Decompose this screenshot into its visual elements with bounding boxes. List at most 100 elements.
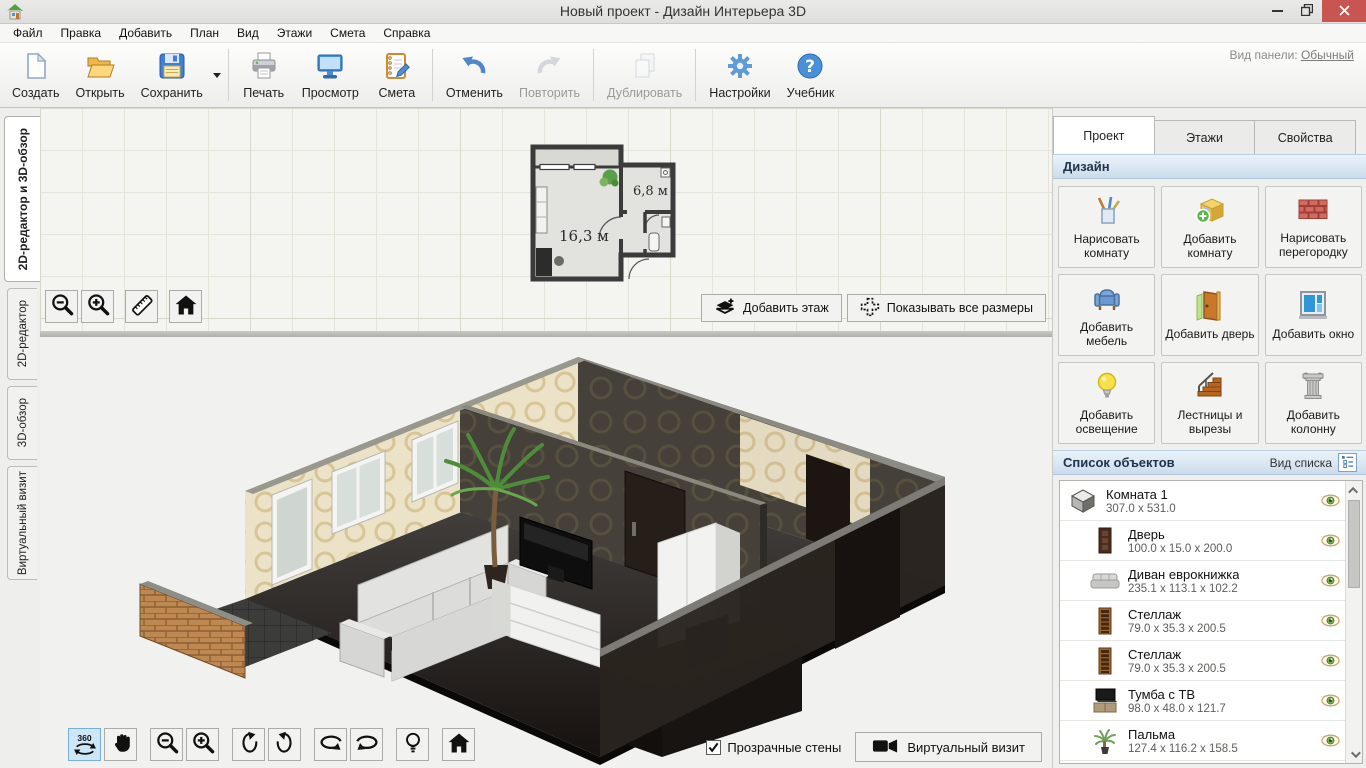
draw-partition-icon [1296, 195, 1330, 228]
object-row-sofa[interactable]: Диван еврокнижка235.1 x 113.1 x 102.2 [1060, 561, 1362, 601]
save-project-button[interactable]: Сохранить [133, 46, 211, 104]
menu-plan[interactable]: План [181, 25, 228, 41]
visibility-eye-icon[interactable] [1321, 574, 1340, 590]
minimize-button[interactable] [1262, 0, 1292, 22]
close-button[interactable] [1322, 0, 1366, 22]
3d-scene[interactable] [40, 337, 1052, 768]
draw-room-icon [1091, 194, 1123, 229]
visibility-eye-icon[interactable] [1321, 654, 1340, 670]
2d-editor-canvas[interactable]: 16,3 м 6,8 м Добавить этаж Показывать вс… [40, 108, 1052, 331]
stairs-cutouts-button[interactable]: Лестницы и вырезы [1161, 362, 1258, 444]
tab-project[interactable]: Проект [1053, 116, 1155, 154]
object-row-tv-stand[interactable]: Тумба с ТВ98.0 x 48.0 x 121.7 [1060, 681, 1362, 721]
object-row-room[interactable]: Комната 1307.0 x 531.0 [1060, 481, 1362, 521]
tab-3d-view[interactable]: 3D-обзор [7, 386, 37, 460]
zoom-in-button-3d[interactable] [186, 728, 219, 761]
toolbar-separator [593, 49, 594, 101]
tab-floors[interactable]: Этажи [1154, 120, 1256, 154]
zoom-out-button-2d[interactable] [45, 290, 78, 323]
design-buttons-grid: Нарисовать комнату Добавить комнату Нари… [1058, 186, 1362, 444]
zoom-in-icon [85, 292, 111, 321]
tab-2d-editor[interactable]: 2D-редактор [7, 288, 37, 380]
add-column-button[interactable]: Добавить колонну [1265, 362, 1362, 444]
add-room-button[interactable]: Добавить комнату [1161, 186, 1258, 268]
transparent-walls-checkbox[interactable] [706, 740, 721, 755]
lighting-button[interactable] [396, 728, 429, 761]
add-floor-button[interactable]: Добавить этаж [701, 294, 842, 322]
rotate-up-button[interactable] [232, 728, 265, 761]
measure-button[interactable] [125, 290, 158, 323]
open-project-button[interactable]: Открыть [68, 46, 133, 104]
undo-button[interactable]: Отменить [438, 46, 511, 104]
object-row-shelf-2[interactable]: Стеллаж79.0 x 35.3 x 200.5 [1060, 641, 1362, 681]
visibility-eye-icon[interactable] [1321, 494, 1340, 510]
menu-bar: Файл Правка Добавить План Вид Этажи Смет… [0, 24, 1366, 43]
visibility-eye-icon[interactable] [1321, 534, 1340, 550]
list-view-button[interactable] [1338, 453, 1357, 472]
restore-button[interactable] [1292, 0, 1322, 22]
tab-properties[interactable]: Свойства [1254, 120, 1356, 154]
printer-icon [249, 51, 279, 84]
add-door-button[interactable]: Добавить дверь [1161, 274, 1258, 356]
menu-file[interactable]: Файл [4, 25, 52, 41]
open-folder-icon [85, 51, 115, 84]
scroll-thumb[interactable] [1348, 500, 1360, 588]
menu-help[interactable]: Справка [374, 25, 439, 41]
object-row-shelf-1[interactable]: Стеллаж79.0 x 35.3 x 200.5 [1060, 601, 1362, 641]
object-row-door[interactable]: Дверь100.0 x 15.0 x 200.0 [1060, 521, 1362, 561]
add-floor-icon [714, 296, 736, 321]
home-icon [446, 730, 472, 759]
scroll-up-arrow[interactable] [1346, 482, 1362, 498]
menu-estimate[interactable]: Смета [321, 25, 374, 41]
visibility-eye-icon[interactable] [1321, 614, 1340, 630]
estimate-button[interactable]: Смета [367, 46, 427, 104]
object-list-scrollbar[interactable] [1345, 481, 1362, 763]
object-row-palm[interactable]: Пальма127.4 x 116.2 x 158.5 [1060, 721, 1362, 761]
orbit-left-button[interactable] [314, 728, 347, 761]
add-furniture-button[interactable]: Добавить мебель [1058, 274, 1155, 356]
scroll-down-arrow[interactable] [1346, 746, 1362, 762]
zoom-out-icon [154, 730, 180, 759]
tutorial-button[interactable]: ? Учебник [779, 46, 843, 104]
settings-button[interactable]: Настройки [701, 46, 778, 104]
main-toolbar: Создать Открыть Сохранить Печать Просмот… [0, 43, 1366, 108]
fit-home-button-3d[interactable] [442, 728, 475, 761]
shelf-icon [1090, 607, 1120, 635]
orbit-right-button[interactable] [350, 728, 383, 761]
redo-button[interactable]: Повторить [511, 46, 588, 104]
show-all-sizes-button[interactable]: Показывать все размеры [847, 294, 1046, 322]
tab-virtual-visit[interactable]: Виртуальный визит [7, 466, 37, 580]
rotate-360-button[interactable]: 360 [68, 728, 101, 761]
zoom-out-button-3d[interactable] [150, 728, 183, 761]
visibility-eye-icon[interactable] [1321, 734, 1340, 750]
rotate-down-button[interactable] [268, 728, 301, 761]
draw-room-button[interactable]: Нарисовать комнату [1058, 186, 1155, 268]
menu-add[interactable]: Добавить [110, 25, 181, 41]
pan-button[interactable] [104, 728, 137, 761]
new-project-button[interactable]: Создать [4, 46, 68, 104]
floor-plan[interactable]: 16,3 м 6,8 м [523, 136, 681, 288]
duplicate-button[interactable]: Дублировать [599, 46, 690, 104]
panel-view-link[interactable]: Обычный [1301, 48, 1354, 62]
add-light-button[interactable]: Добавить освещение [1058, 362, 1155, 444]
print-button[interactable]: Печать [234, 46, 294, 104]
tv-stand-icon [1090, 688, 1120, 713]
toolbar-separator [228, 49, 229, 101]
save-dropdown-arrow[interactable] [211, 46, 223, 104]
visibility-eye-icon[interactable] [1321, 694, 1340, 710]
menu-floors[interactable]: Этажи [268, 25, 321, 41]
add-window-button[interactable]: Добавить окно [1265, 274, 1362, 356]
light-icon [401, 731, 425, 758]
menu-edit[interactable]: Правка [52, 25, 111, 41]
zoom-in-button-2d[interactable] [81, 290, 114, 323]
redo-icon [534, 51, 564, 84]
virtual-visit-button[interactable]: Виртуальный визит [855, 732, 1042, 762]
menu-view[interactable]: Вид [228, 25, 268, 41]
toolbar-separator [432, 49, 433, 101]
draw-partition-button[interactable]: Нарисовать перегородку [1265, 186, 1362, 268]
preview-button[interactable]: Просмотр [294, 46, 367, 104]
fit-home-button-2d[interactable] [169, 290, 202, 323]
minimize-icon [1272, 4, 1283, 19]
tab-2d-3d[interactable]: 2D-редактор и 3D-обзор [4, 116, 40, 282]
object-list: Комната 1307.0 x 531.0 Дверь100.0 x 15.0… [1059, 480, 1363, 764]
